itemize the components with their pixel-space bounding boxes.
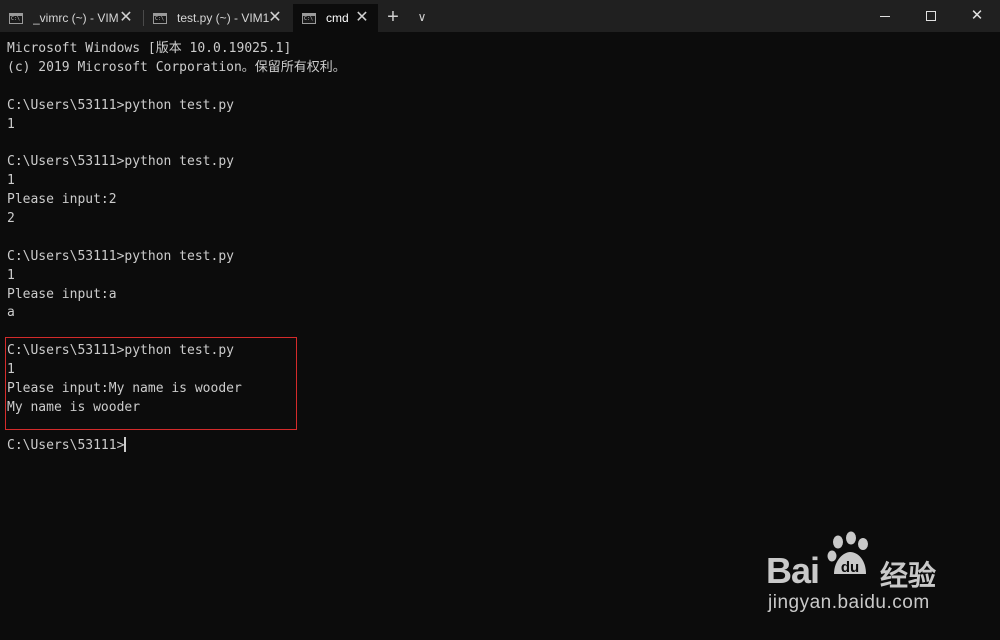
- watermark-logo-bai: Bai: [766, 550, 820, 591]
- tab-vimrc[interactable]: _vimrc (~) - VIM ✕: [0, 4, 142, 32]
- tab-label: _vimrc (~) - VIM: [33, 11, 119, 25]
- terminal-line: Please input:a: [7, 286, 117, 302]
- tab-label: test.py (~) - VIM1: [177, 11, 270, 25]
- terminal-line: 1: [7, 267, 15, 283]
- tab-bar: _vimrc (~) - VIM ✕ test.py (~) - VIM1 ✕ …: [0, 0, 1000, 32]
- maximize-icon: [926, 11, 936, 21]
- watermark-logo-text: Bai: [766, 550, 820, 592]
- console-icon: [9, 12, 23, 24]
- chevron-down-icon[interactable]: ∨: [412, 6, 432, 28]
- terminal-line: Microsoft Windows [版本 10.0.19025.1]: [7, 41, 292, 56]
- terminal-line: (c) 2019 Microsoft Corporation。保留所有权利。: [7, 59, 346, 75]
- close-icon: ✕: [970, 7, 984, 24]
- close-icon[interactable]: ✕: [354, 10, 370, 26]
- terminal-window: _vimrc (~) - VIM ✕ test.py (~) - VIM1 ✕ …: [0, 0, 1000, 640]
- watermark-url: jingyan.baidu.com: [768, 592, 930, 613]
- terminal-line: 1: [7, 173, 15, 189]
- console-icon: [302, 12, 316, 24]
- terminal-line: 1: [7, 116, 15, 132]
- baidu-watermark: Bai du 经验 jingyan.baidu.com: [766, 530, 956, 620]
- terminal-line: C:\Users\53111>python test.py: [7, 248, 234, 264]
- close-window-button[interactable]: ✕: [954, 0, 1000, 32]
- terminal-line: 2: [7, 211, 15, 227]
- terminal-line: a: [7, 305, 15, 321]
- paw-icon: du: [827, 531, 868, 576]
- watermark-logo-du: du: [841, 559, 859, 576]
- tab-test-py[interactable]: test.py (~) - VIM1 ✕: [144, 4, 291, 32]
- terminal-line: C:\Users\53111>python test.py: [7, 154, 234, 170]
- watermark-brand: 经验: [880, 559, 937, 592]
- terminal-line: C:\Users\53111>python test.py: [7, 97, 234, 113]
- terminal-prompt-line[interactable]: C:\Users\53111>: [7, 436, 992, 456]
- tab-label: cmd: [326, 11, 349, 25]
- minimize-button[interactable]: [862, 0, 908, 32]
- terminal-prompt: C:\Users\53111>: [7, 437, 125, 453]
- minimize-icon: [880, 16, 890, 17]
- tab-cmd[interactable]: cmd ✕: [293, 4, 378, 32]
- text-cursor: [124, 436, 127, 452]
- close-icon[interactable]: ✕: [267, 10, 283, 26]
- console-icon: [153, 12, 167, 24]
- close-icon[interactable]: ✕: [118, 10, 134, 26]
- new-tab-button[interactable]: +: [382, 6, 404, 28]
- terminal-line: Please input:2: [7, 192, 117, 208]
- highlight-box: [5, 337, 297, 430]
- maximize-button[interactable]: [908, 0, 954, 32]
